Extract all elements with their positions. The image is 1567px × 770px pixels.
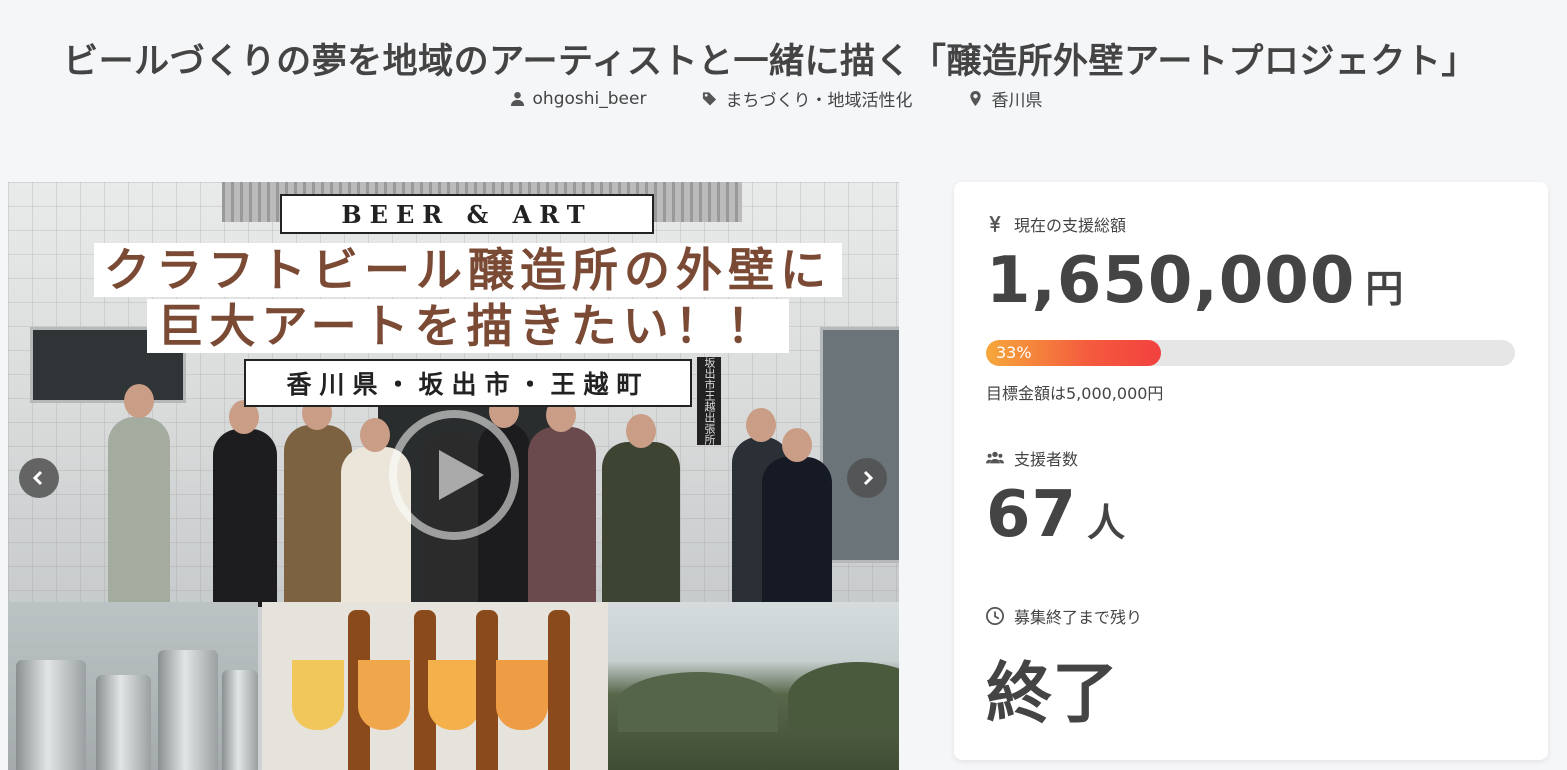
chevron-right-icon [863,470,874,486]
location-label: 香川県 [991,91,1043,111]
category-label: まちづくり・地域活性化 [725,91,913,111]
clock-icon [986,607,1004,625]
remaining-time-value: 終了 [986,655,1118,732]
headline-line-1: クラフトビール醸造所の外壁に [94,243,842,297]
location-link[interactable]: 香川県 [968,86,1042,111]
landscape-photo [608,602,899,770]
owner-link[interactable]: ohgoshi_beer [510,86,647,111]
tag-icon [703,92,717,106]
funding-progress-bar: 33% [986,340,1515,366]
remaining-time-label: 募集終了まで残り [986,604,1142,628]
hero-building-photo: 坂出市王越出張所 BEER & ART クラフトビール醸造所の外壁に 巨大アート… [8,182,899,607]
goal-amount: 目標金額は5,000,000円 [986,384,1164,403]
funding-summary-card: 現在の支援総額 1,650,000 円 33% 目標金額は5,000,000円 支… [954,182,1548,760]
progress-fill: 33% [986,340,1161,366]
yen-icon [989,216,1001,232]
chevron-left-icon [32,470,43,486]
user-icon [510,91,524,106]
play-button[interactable] [389,410,519,540]
carousel-prev-button[interactable] [19,458,59,498]
category-link[interactable]: まちづくり・地域活性化 [702,86,912,111]
brewery-tanks-photo [8,602,258,770]
backers-count: 67 人 [986,478,1126,552]
project-meta: ohgoshi_beer まちづくり・地域活性化 香川県 [0,86,1552,111]
owner-name: ohgoshi_beer [532,88,647,109]
carousel-next-button[interactable] [847,458,887,498]
beer-art-badge: BEER & ART [280,194,654,234]
play-icon [439,450,484,500]
total-funding-label: 現在の支援総額 [986,212,1126,236]
hero-video[interactable]: 坂出市王越出張所 BEER & ART クラフトビール醸造所の外壁に 巨大アート… [8,182,899,770]
place-banner: 香川県・坂出市・王越町 [244,359,692,407]
beer-bottles-photo [262,602,608,770]
backers-label: 支援者数 [986,446,1078,470]
page-title: ビールづくりの夢を地域のアーティストと一緒に描く「醸造所外壁アートプロジェクト」 [63,42,1477,83]
users-icon [986,451,1004,464]
total-funding-amount: 1,650,000 円 [986,244,1404,318]
map-pin-icon [970,91,982,106]
headline-line-2: 巨大アートを描きたい！！ [147,299,789,353]
hero-headline: クラフトビール醸造所の外壁に 巨大アートを描きたい！！ [68,242,868,354]
